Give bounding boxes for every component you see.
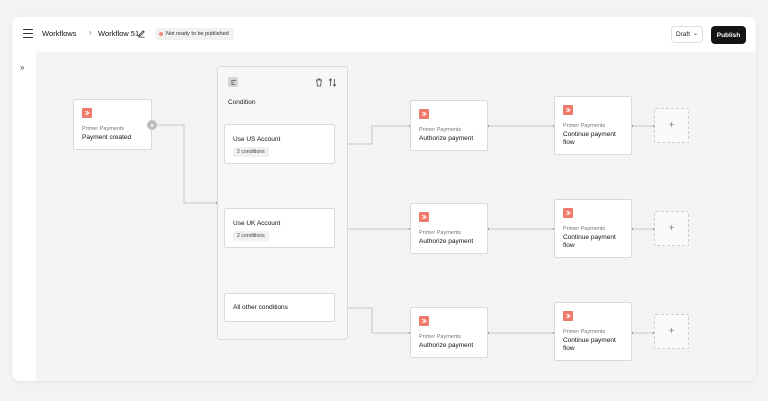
node-title: Authorize payment bbox=[419, 238, 474, 245]
branch-uk-account[interactable]: Use UK Account 2 conditions bbox=[224, 208, 335, 248]
primer-logo-icon bbox=[82, 108, 92, 118]
draft-select[interactable]: Draft ⌄ bbox=[671, 26, 703, 43]
node-title-line2: flow bbox=[563, 139, 575, 146]
publish-button[interactable]: Publish bbox=[711, 26, 746, 44]
node-title-line2: flow bbox=[563, 345, 575, 352]
branch-title: All other conditions bbox=[233, 304, 288, 311]
primer-logo-icon bbox=[563, 311, 573, 321]
condition-label: Condition bbox=[228, 99, 256, 106]
node-provider: Primer Payments bbox=[563, 329, 606, 335]
node-provider: Primer Payments bbox=[419, 127, 462, 133]
plus-icon: + bbox=[668, 326, 675, 337]
branch-us-account[interactable]: Use US Account 2 conditions bbox=[224, 124, 335, 164]
add-step-button[interactable]: + bbox=[654, 211, 689, 246]
branch-title: Use UK Account bbox=[233, 220, 281, 227]
continue-payment-flow-node[interactable]: Primer Payments Continue payment flow bbox=[554, 302, 632, 361]
node-provider: Primer Payments bbox=[563, 123, 606, 129]
authorize-payment-node[interactable]: Primer Payments Authorize payment bbox=[410, 203, 488, 254]
add-step-button[interactable]: + bbox=[654, 314, 689, 349]
node-title: Payment created bbox=[82, 134, 132, 141]
menu-icon[interactable] bbox=[23, 29, 33, 39]
trash-icon[interactable] bbox=[315, 78, 323, 87]
plus-icon: + bbox=[668, 223, 675, 234]
plus-icon: + bbox=[668, 120, 675, 131]
branch-icon bbox=[228, 77, 238, 87]
draft-label: Draft bbox=[675, 31, 691, 38]
continue-payment-flow-node[interactable]: Primer Payments Continue payment flow bbox=[554, 96, 632, 155]
top-bar: Workflows › Workflow 51 Not ready to be … bbox=[12, 17, 756, 52]
node-title-line1: Continue payment bbox=[563, 234, 616, 241]
authorize-payment-node[interactable]: Primer Payments Authorize payment bbox=[410, 307, 488, 358]
node-provider: Primer Payments bbox=[563, 226, 606, 232]
primer-logo-icon bbox=[419, 316, 429, 326]
sort-icon[interactable] bbox=[328, 78, 337, 87]
trigger-node[interactable]: Primer Payments Payment created bbox=[73, 99, 152, 150]
add-step-button[interactable]: + bbox=[654, 108, 689, 143]
app-window: Workflows › Workflow 51 Not ready to be … bbox=[12, 17, 756, 381]
breadcrumb-workflows[interactable]: Workflows bbox=[42, 29, 76, 38]
workflow-name: Workflow 51 bbox=[98, 29, 140, 38]
primer-logo-icon bbox=[419, 212, 429, 222]
authorize-payment-node[interactable]: Primer Payments Authorize payment bbox=[410, 100, 488, 151]
status-text: Not ready to be published bbox=[166, 31, 229, 37]
double-chevron-right-icon[interactable]: » bbox=[20, 63, 24, 72]
primer-logo-icon bbox=[419, 109, 429, 119]
continue-payment-flow-node[interactable]: Primer Payments Continue payment flow bbox=[554, 199, 632, 258]
play-icon[interactable] bbox=[147, 120, 157, 130]
branch-title: Use US Account bbox=[233, 136, 281, 143]
branch-other-conditions[interactable]: All other conditions bbox=[224, 293, 335, 322]
node-provider: Primer Payments bbox=[419, 334, 462, 340]
sidebar: » bbox=[12, 52, 36, 381]
node-title-line1: Continue payment bbox=[563, 131, 616, 138]
node-title: Authorize payment bbox=[419, 342, 474, 349]
node-provider: Primer Payments bbox=[419, 230, 462, 236]
node-title: Authorize payment bbox=[419, 135, 474, 142]
chevron-down-icon: ⌄ bbox=[693, 30, 699, 37]
node-title-line2: flow bbox=[563, 242, 575, 249]
primer-logo-icon bbox=[563, 208, 573, 218]
status-dot bbox=[159, 32, 163, 36]
primer-logo-icon bbox=[563, 105, 573, 115]
status-badge: Not ready to be published bbox=[155, 28, 234, 40]
node-title-line1: Continue payment bbox=[563, 337, 616, 344]
conditions-badge: 2 conditions bbox=[233, 147, 269, 157]
conditions-badge: 2 conditions bbox=[233, 231, 269, 241]
pencil-icon[interactable] bbox=[137, 29, 146, 38]
node-provider: Primer Payments bbox=[82, 126, 125, 132]
breadcrumb-separator: › bbox=[89, 28, 92, 37]
